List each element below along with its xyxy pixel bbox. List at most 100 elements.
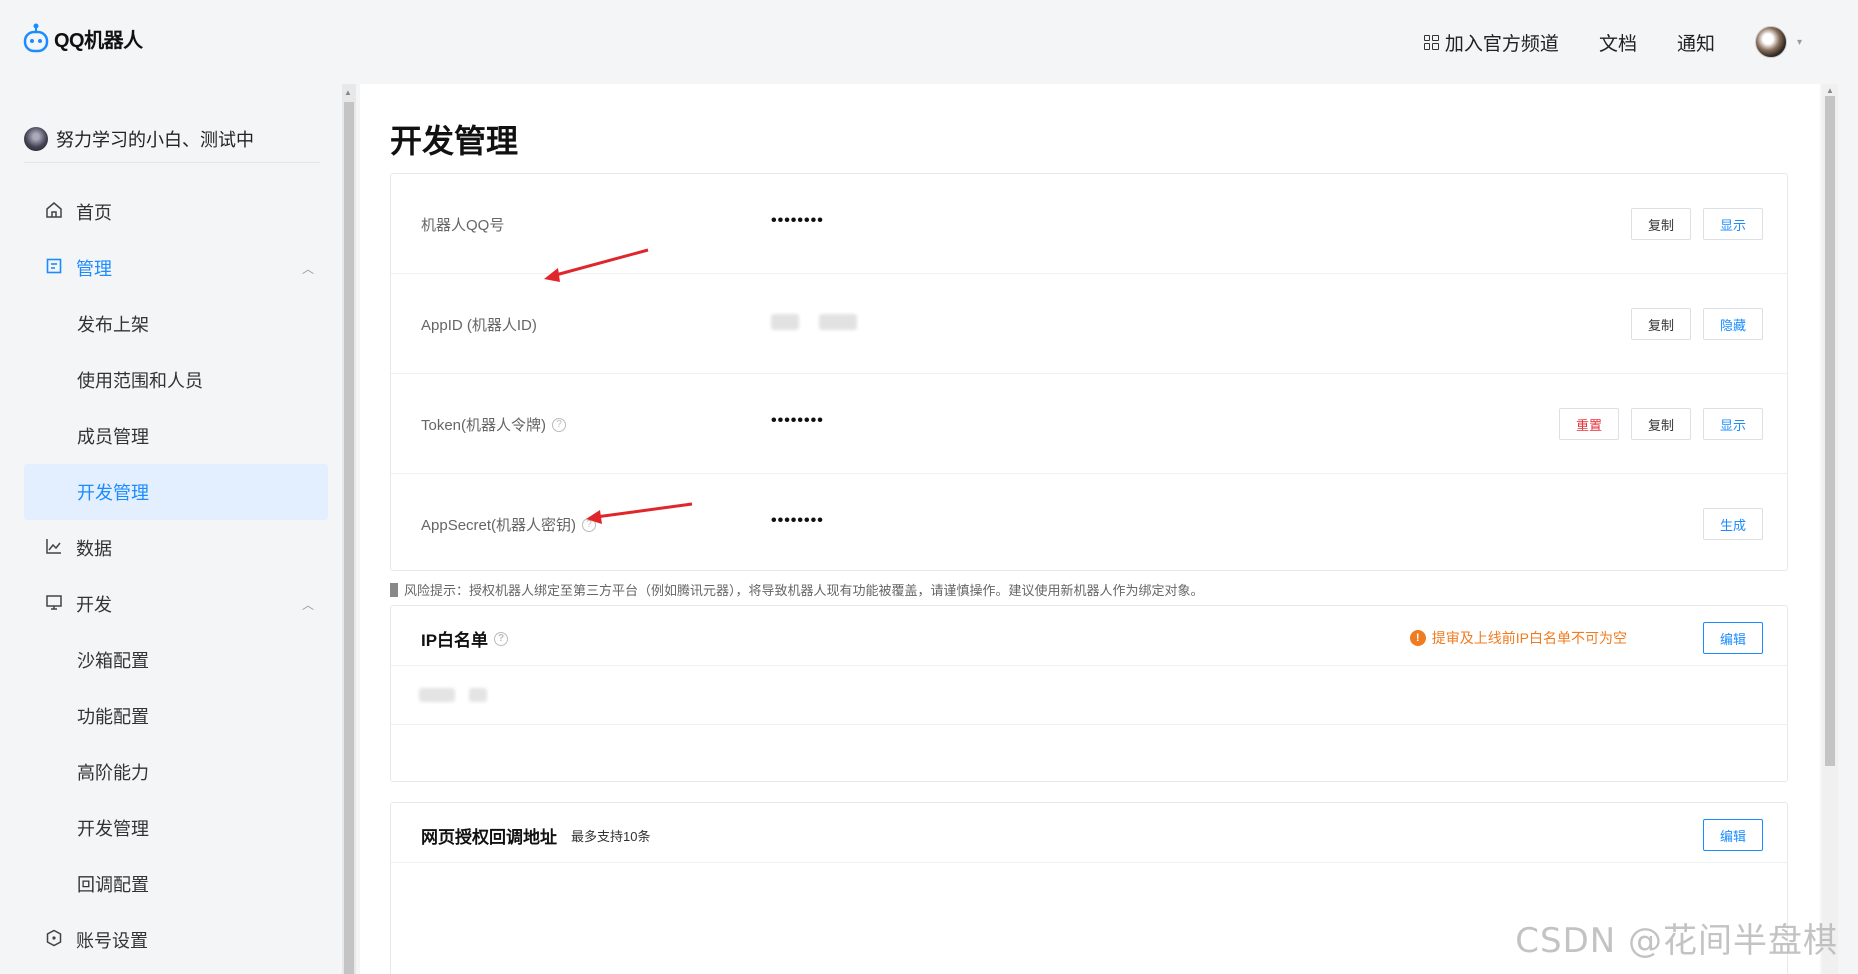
help-icon[interactable]: ? [494, 631, 509, 646]
copy-button[interactable]: 复制 [1631, 308, 1691, 340]
sidebar-item-sandbox[interactable]: 沙箱配置 [24, 632, 328, 688]
top-nav: 加入官方频道 文档 通知 ▾ [1423, 26, 1802, 58]
section-title: 网页授权回调地址 最多支持10条 [421, 823, 650, 848]
sidebar-item-members[interactable]: 成员管理 [24, 408, 328, 464]
credential-label: AppSecret(机器人密钥) ? [421, 514, 597, 535]
ip-redacted-value [419, 688, 487, 702]
callback-header: 网页授权回调地址 最多支持10条 编辑 [391, 803, 1787, 863]
button-group: 复制 显示 [1631, 208, 1763, 240]
scroll-up-icon[interactable]: ▲ [1826, 86, 1834, 95]
user-menu[interactable]: ▾ [1754, 26, 1802, 58]
credential-row-appid: AppID (机器人ID) 复制 隐藏 [391, 274, 1787, 374]
sidebar-item-callback[interactable]: 回调配置 [24, 856, 328, 912]
sidebar-item-label: 开发 [76, 595, 112, 615]
sidebar-item-account[interactable]: 账号设置 [24, 912, 328, 968]
home-icon [44, 201, 64, 224]
chevron-up-icon: ︿ [301, 261, 314, 276]
credential-value: •••••••• [771, 412, 824, 429]
current-bot[interactable]: 努力学习的小白、测试中 [24, 126, 254, 152]
help-icon[interactable]: ? [552, 417, 567, 432]
chevron-up-icon: ︿ [301, 597, 314, 612]
risk-note: 风险提示：授权机器人绑定至第三方平台（例如腾讯元器），将导致机器人现有功能被覆盖… [390, 580, 1204, 599]
sidebar-item-label: 管理 [76, 259, 112, 279]
top-bar: QQ机器人 加入官方频道 文档 通知 ▾ [0, 0, 1858, 84]
credentials-card: 机器人QQ号 •••••••• 复制 显示 AppID (机器人ID) 复制 隐… [390, 173, 1788, 571]
credential-label-text: Token(机器人令牌) [421, 417, 547, 434]
sidebar: 努力学习的小白、测试中 首页 管理 ︿ 发布上架 使用范围和人员 成员管理 开发… [0, 84, 340, 974]
credential-label: AppID (机器人ID) [421, 314, 537, 335]
scrollbar-thumb[interactable] [1825, 96, 1835, 766]
help-icon[interactable]: ? [582, 517, 597, 532]
hide-button[interactable]: 隐藏 [1703, 308, 1763, 340]
risk-note-text: 风险提示：授权机器人绑定至第三方平台（例如腾讯元器），将导致机器人现有功能被覆盖… [404, 583, 1204, 598]
grid-icon [1423, 34, 1439, 50]
scroll-up-icon[interactable]: ▲ [344, 88, 352, 97]
credential-value: •••••••• [771, 212, 824, 229]
caret-down-icon: ▾ [1796, 36, 1802, 48]
monitor-icon [44, 593, 64, 616]
button-group: 复制 隐藏 [1631, 308, 1763, 340]
notify-link[interactable]: 通知 [1677, 29, 1715, 56]
sidebar-item-manage[interactable]: 管理 ︿ [24, 240, 328, 296]
copy-button[interactable]: 复制 [1631, 408, 1691, 440]
credential-row-qq: 机器人QQ号 •••••••• 复制 显示 [391, 174, 1787, 274]
main-scrollbar[interactable]: ▲ [1822, 84, 1838, 974]
sidebar-item-data[interactable]: 数据 [24, 520, 328, 576]
document-icon [44, 257, 64, 280]
edit-ip-button[interactable]: 编辑 [1703, 622, 1763, 654]
sidebar-item-label: 首页 [76, 203, 112, 223]
sidebar-item-label: 数据 [76, 539, 112, 559]
current-bot-name: 努力学习的小白、测试中 [56, 130, 254, 150]
credential-label: Token(机器人令牌) ? [421, 414, 567, 435]
sidebar-menu: 首页 管理 ︿ 发布上架 使用范围和人员 成员管理 开发管理 数据 开发 ︿ 沙… [24, 184, 328, 968]
show-button[interactable]: 显示 [1703, 408, 1763, 440]
sidebar-scrollbar[interactable]: ▲ [342, 84, 356, 974]
scrollbar-thumb[interactable] [344, 102, 354, 974]
brand-name: QQ机器人 [54, 29, 143, 52]
ip-whitelist-card: IP白名单 ? ! 提审及上线前IP白名单不可为空 编辑 [390, 605, 1788, 782]
reset-button[interactable]: 重置 [1559, 408, 1619, 440]
credential-label-text: AppSecret(机器人密钥) [421, 517, 577, 534]
ip-warning-text: 提审及上线前IP白名单不可为空 [1431, 630, 1627, 646]
credential-label-text: AppID (机器人ID) [421, 317, 537, 334]
credential-value: •••••••• [771, 512, 824, 529]
credential-label: 机器人QQ号 [421, 214, 504, 235]
brand-logo[interactable]: QQ机器人 [22, 22, 143, 54]
credential-label-text: 机器人QQ号 [421, 217, 505, 234]
sidebar-item-scope[interactable]: 使用范围和人员 [24, 352, 328, 408]
ip-whitelist-header: IP白名单 ? ! 提审及上线前IP白名单不可为空 编辑 [391, 606, 1787, 666]
sidebar-item-label: 账号设置 [76, 931, 148, 951]
page-title: 开发管理 [390, 123, 519, 159]
join-channel-label: 加入官方频道 [1444, 33, 1559, 55]
copy-button[interactable]: 复制 [1631, 208, 1691, 240]
ip-row [391, 725, 1787, 784]
chart-icon [44, 537, 64, 560]
credential-row-appsecret: AppSecret(机器人密钥) ? •••••••• 生成 [391, 474, 1787, 574]
edit-callback-button[interactable]: 编辑 [1703, 819, 1763, 851]
avatar [1754, 26, 1787, 58]
appid-redacted-value [771, 314, 857, 330]
callback-subtitle: 最多支持10条 [571, 829, 651, 844]
ip-row [391, 666, 1787, 725]
main-content: 开发管理 机器人QQ号 •••••••• 复制 显示 AppID (机器人ID)… [360, 84, 1820, 974]
callback-title: 网页授权回调地址 [421, 828, 557, 847]
hexagon-icon [44, 929, 64, 952]
sidebar-item-home[interactable]: 首页 [24, 184, 328, 240]
ip-whitelist-title: IP白名单 [421, 631, 489, 650]
docs-link[interactable]: 文档 [1599, 29, 1637, 56]
show-button[interactable]: 显示 [1703, 208, 1763, 240]
sidebar-item-advanced[interactable]: 高阶能力 [24, 744, 328, 800]
button-group: 生成 [1703, 508, 1763, 540]
robot-icon [22, 22, 50, 54]
join-channel-link[interactable]: 加入官方频道 [1423, 29, 1559, 56]
bot-avatar [24, 127, 48, 151]
sidebar-item-features[interactable]: 功能配置 [24, 688, 328, 744]
divider [24, 162, 320, 163]
generate-button[interactable]: 生成 [1703, 508, 1763, 540]
sidebar-item-publish[interactable]: 发布上架 [24, 296, 328, 352]
credential-row-token: Token(机器人令牌) ? •••••••• 重置 复制 显示 [391, 374, 1787, 474]
sidebar-item-dev-manage-2[interactable]: 开发管理 [24, 800, 328, 856]
button-group: 重置 复制 显示 [1559, 408, 1763, 440]
sidebar-item-dev-manage[interactable]: 开发管理 [24, 464, 328, 520]
sidebar-item-develop[interactable]: 开发 ︿ [24, 576, 328, 632]
